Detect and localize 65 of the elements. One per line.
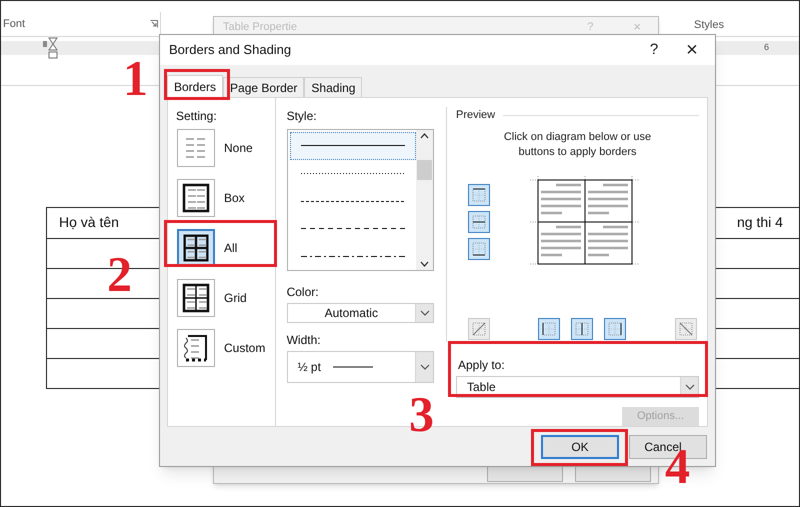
scrollbar[interactable]: [416, 130, 433, 270]
border-icon: [540, 320, 558, 338]
ruler-number: 6: [764, 41, 769, 54]
window-title: Borders and Shading: [169, 41, 292, 60]
border-icon: [606, 320, 624, 338]
step-number: 3: [409, 389, 434, 439]
border-toggle-button[interactable]: [468, 238, 490, 260]
scrollbar-thumb[interactable]: [417, 160, 432, 180]
setting-option-label[interactable]: Box: [224, 189, 245, 207]
border-icon: [677, 320, 695, 338]
chevron-down-icon[interactable]: [420, 261, 429, 267]
line-style-option[interactable]: [290, 132, 416, 160]
ribbon-group-label: Styles: [694, 18, 725, 32]
chevron-down-icon: [420, 364, 430, 370]
border-toggle-button[interactable]: [468, 184, 490, 206]
close-button[interactable]: ×: [669, 40, 715, 60]
setting-option-label[interactable]: Grid: [224, 289, 247, 307]
line-style-list[interactable]: [286, 129, 434, 271]
dropdown-value: Table: [467, 379, 496, 396]
ok-button[interactable]: OK: [541, 435, 619, 459]
dropdown-value: ½ pt: [298, 359, 321, 376]
section-label: Apply to:: [458, 357, 506, 374]
border-icon: [470, 240, 488, 258]
section-label: Color:: [286, 284, 320, 301]
setting-option-icon[interactable]: [177, 279, 215, 317]
border-toggle-button[interactable]: [571, 318, 593, 340]
border-toggle-button[interactable]: [675, 318, 697, 340]
tab[interactable]: Borders: [167, 75, 224, 97]
table-cell-text: Họ và tên: [58, 213, 120, 232]
chevron-down-icon: [420, 310, 430, 316]
chevron-down-icon: [684, 384, 694, 390]
step-number: 1: [123, 53, 148, 103]
ribbon-group-label: Font: [3, 16, 26, 32]
border-toggle-button[interactable]: [538, 318, 560, 340]
border-icon: [470, 186, 488, 204]
chevron-up-icon[interactable]: [420, 133, 429, 139]
dropdown-value: Automatic: [324, 305, 378, 322]
tab[interactable]: Page Border: [223, 77, 304, 97]
border-icon: [470, 212, 488, 230]
setting-option-label[interactable]: Custom: [224, 339, 266, 357]
setting-option-icon[interactable]: [177, 229, 215, 267]
section-label: Width:: [286, 332, 322, 349]
section-label: Preview: [456, 108, 496, 123]
window-title: Table Propertie: [223, 20, 297, 35]
setting-option-label[interactable]: All: [224, 239, 238, 257]
setting-option-icon[interactable]: [177, 329, 215, 367]
table-preview-drawing[interactable]: [530, 176, 640, 266]
width-dropdown[interactable]: ½ pt: [286, 351, 434, 383]
tab[interactable]: Shading: [304, 77, 362, 97]
color-dropdown[interactable]: Automatic: [286, 303, 434, 323]
hint-text: Click on diagram below or use buttons to apply borders: [502, 130, 652, 160]
border-toggle-button[interactable]: [604, 318, 626, 340]
border-toggle-button[interactable]: [468, 318, 490, 340]
help-button[interactable]: ?: [639, 38, 669, 62]
dialog-launcher-icon[interactable]: [150, 20, 158, 28]
line-sample-icon: [332, 366, 373, 368]
section-label: Style:: [286, 108, 318, 125]
table-cell-text: ng thi 4: [737, 213, 784, 232]
setting-option-label[interactable]: None: [224, 139, 253, 157]
border-toggle-button[interactable]: [468, 210, 490, 232]
section-label: Setting:: [176, 108, 218, 125]
border-icon: [470, 320, 488, 338]
setting-option-icon[interactable]: [177, 179, 215, 217]
highlight-frame: [164, 69, 230, 100]
border-icon: [573, 320, 591, 338]
